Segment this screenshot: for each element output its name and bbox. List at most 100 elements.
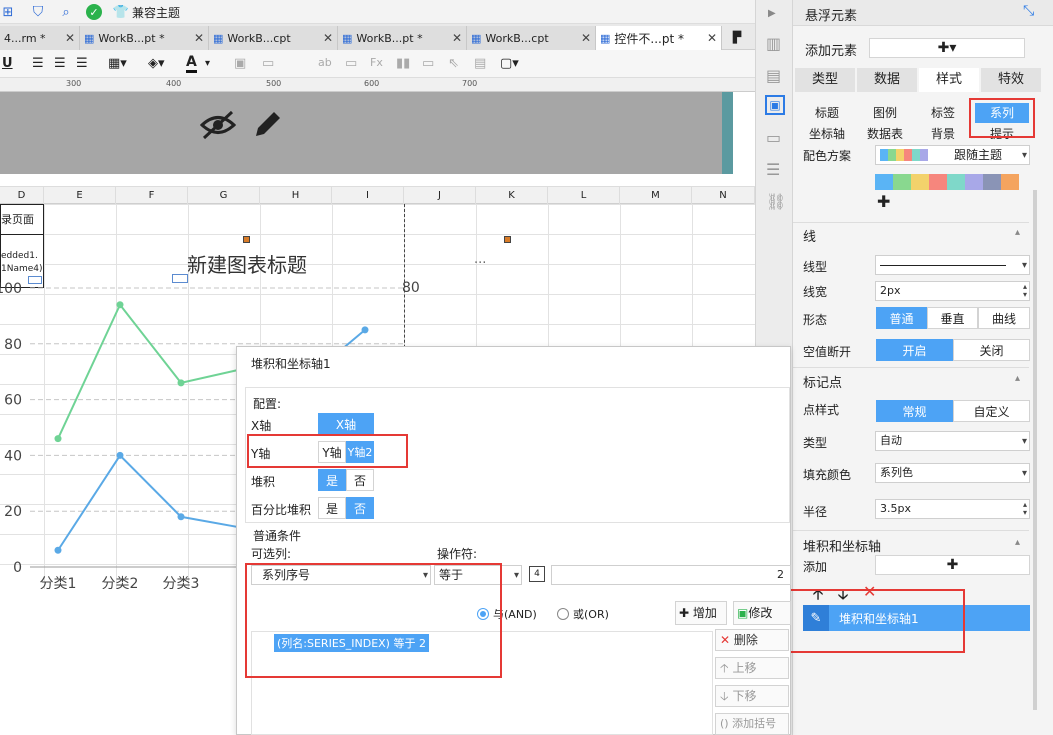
font-color-icon[interactable]: A	[186, 54, 197, 73]
chevron-up-icon[interactable]: ▴	[1015, 537, 1020, 548]
tab-type[interactable]: 类型	[795, 68, 855, 92]
close-icon[interactable]: ✕	[446, 31, 462, 45]
check-icon[interactable]: ✓	[86, 4, 102, 20]
underline-icon[interactable]: U	[2, 56, 13, 71]
percent-stack-no[interactable]: 否	[346, 497, 374, 519]
stack-list-item[interactable]: ✎ 堆积和坐标轴1	[803, 605, 1030, 631]
table-icon[interactable]: ⊞	[0, 4, 16, 20]
subtab-datasheet[interactable]: 数据表	[859, 124, 911, 144]
eye-off-icon[interactable]	[200, 110, 236, 140]
border-icon[interactable]: ▦▾	[108, 56, 127, 71]
or-radio[interactable]	[557, 608, 569, 620]
palette-swatch[interactable]	[965, 174, 983, 190]
color-scheme-select[interactable]: 跟随主题 ▾	[875, 145, 1030, 165]
chevron-up-icon[interactable]: ▴	[1015, 227, 1020, 238]
column-j[interactable]: J	[404, 187, 476, 205]
series-line[interactable]	[57, 302, 244, 440]
data-point[interactable]	[54, 435, 62, 443]
preview-icon[interactable]: ⌕	[58, 4, 74, 20]
frame-icon[interactable]: ▢▾	[500, 56, 519, 71]
close-icon[interactable]: ✕	[59, 31, 75, 45]
data-point[interactable]	[116, 451, 124, 459]
data-point[interactable]	[54, 546, 62, 554]
palette-swatch[interactable]	[875, 174, 893, 190]
shape-curve[interactable]: 曲线	[978, 307, 1030, 329]
delete-icon[interactable]: ✕	[863, 582, 876, 601]
subtab-tooltip[interactable]: 提示	[975, 124, 1029, 144]
spinner-icon[interactable]: ▴ ▾	[1023, 283, 1027, 299]
y-axis-option-1[interactable]: Y轴	[318, 441, 346, 463]
data-point[interactable]	[177, 379, 185, 387]
add-stack-button[interactable]: ✚	[875, 555, 1030, 575]
align-right-icon[interactable]: ☰	[76, 56, 88, 71]
series-line[interactable]	[57, 453, 244, 551]
palette-swatch[interactable]	[893, 174, 911, 190]
subtab-title[interactable]: 标题	[801, 103, 853, 123]
add-condition-button[interactable]: ✚ 增加	[675, 601, 727, 625]
shape-normal[interactable]: 普通	[876, 307, 927, 329]
modify-condition-button[interactable]: ▣修改	[733, 601, 791, 625]
subtab-series[interactable]: 系列	[975, 103, 1029, 123]
close-icon[interactable]: ✕	[188, 31, 204, 45]
condition-list[interactable]: (列名:SERIES_INDEX) 等于 2	[251, 631, 713, 735]
subtab-axis[interactable]: 坐标轴	[801, 124, 853, 144]
shield-icon[interactable]: ⛉	[30, 4, 46, 20]
column-l[interactable]: L	[548, 187, 620, 205]
point-style-normal[interactable]: 常规	[876, 400, 953, 422]
delete-condition-button[interactable]: ✕ 删除	[715, 629, 789, 651]
close-icon[interactable]: ✕	[317, 31, 333, 45]
spinner-icon[interactable]: ▴ ▾	[1023, 501, 1027, 517]
layout-icon[interactable]: ▥	[766, 34, 781, 53]
column-e[interactable]: E	[44, 187, 116, 205]
palette-swatch[interactable]	[1001, 174, 1019, 190]
column-f[interactable]: F	[116, 187, 188, 205]
add-bracket-button[interactable]: () 添加括号	[715, 713, 789, 735]
chevron-up-icon[interactable]: ▴	[1015, 373, 1020, 384]
column-i[interactable]: I	[332, 187, 404, 205]
cell-attr-icon[interactable]: ▤	[766, 66, 781, 85]
radius-input[interactable]: 3.5px ▴ ▾	[875, 499, 1030, 519]
null-break-off[interactable]: 关闭	[953, 339, 1030, 361]
tab-doc-3[interactable]: ▦ WorkB...cpt ✕	[209, 26, 338, 50]
add-color-icon[interactable]: ✚	[877, 192, 890, 211]
align-left-icon[interactable]: ☰	[32, 56, 44, 71]
move-down-button[interactable]: 🡣 下移	[715, 685, 789, 707]
operator-select[interactable]: 等于 ▾	[434, 565, 522, 585]
fill-color-select[interactable]: 系列色 ▾	[875, 463, 1030, 483]
collapse-icon[interactable]: ⤡	[1023, 3, 1034, 19]
subtab-label[interactable]: 标签	[917, 103, 969, 123]
palette-swatch[interactable]	[947, 174, 965, 190]
edit-icon[interactable]: ✎	[803, 605, 829, 631]
palette-swatch[interactable]	[983, 174, 1001, 190]
palette-swatch[interactable]	[929, 174, 947, 190]
condition-value-input[interactable]: 2	[551, 565, 791, 585]
y-axis-option-2[interactable]: Y轴2	[346, 441, 374, 463]
column-n[interactable]: N	[692, 187, 755, 205]
scrollbar[interactable]	[1033, 190, 1037, 710]
tab-data[interactable]: 数据	[857, 68, 917, 92]
tab-style[interactable]: 样式	[919, 68, 979, 92]
column-m[interactable]: M	[620, 187, 692, 205]
column-h[interactable]: H	[260, 187, 332, 205]
color-palette[interactable]	[875, 174, 1019, 193]
palette-swatch[interactable]	[911, 174, 929, 190]
add-element-button[interactable]: ✚▾	[869, 38, 1025, 58]
close-icon[interactable]: ✕	[575, 31, 591, 45]
tab-doc-1[interactable]: 4...rm * ✕	[0, 26, 80, 50]
tab-doc-2[interactable]: ▦ WorkB...pt * ✕	[80, 26, 209, 50]
subtab-legend[interactable]: 图例	[859, 103, 911, 123]
point-style-custom[interactable]: 自定义	[953, 400, 1030, 422]
tab-effect[interactable]: 特效	[981, 68, 1041, 92]
line-type-select[interactable]: ▾	[875, 255, 1030, 275]
line-width-input[interactable]: 2px ▴ ▾	[875, 281, 1030, 301]
percent-stack-yes[interactable]: 是	[318, 497, 346, 519]
pencil-icon[interactable]	[252, 108, 284, 140]
shape-vertical[interactable]: 垂直	[927, 307, 978, 329]
condition-item[interactable]: (列名:SERIES_INDEX) 等于 2	[274, 634, 429, 652]
stack-icon[interactable]: ☰	[766, 160, 780, 179]
tab-doc-6[interactable]: ▦ 控件不...pt * ✕	[596, 26, 722, 50]
null-break-on[interactable]: 开启	[876, 339, 953, 361]
data-point[interactable]	[116, 301, 124, 309]
chevron-right-icon[interactable]: ▶	[768, 8, 776, 19]
data-point[interactable]	[361, 326, 369, 334]
